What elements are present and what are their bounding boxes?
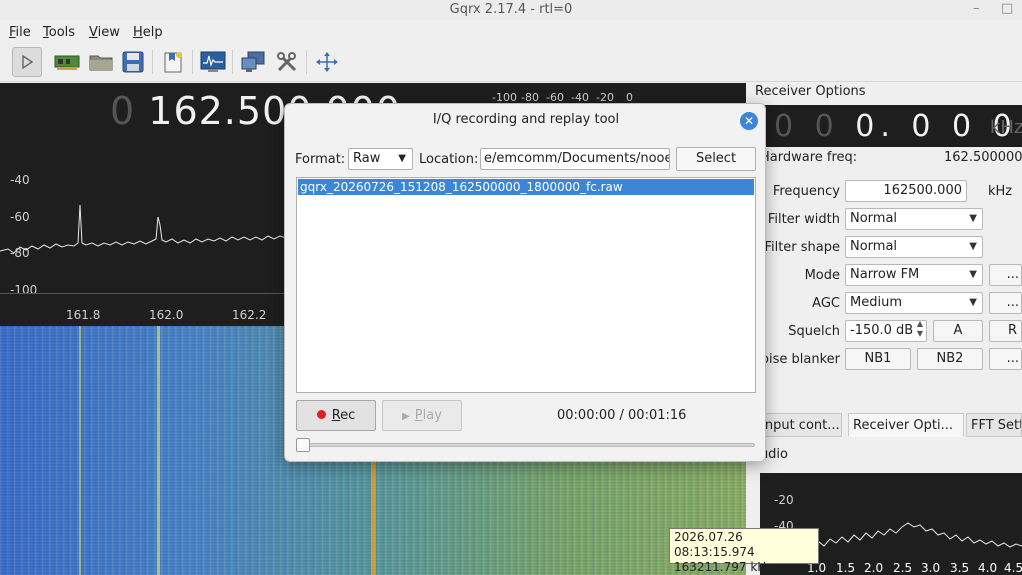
playback-slider-track[interactable] <box>298 443 755 447</box>
toolbar <box>0 44 1022 82</box>
audio-x-tick: 4.0 <box>978 561 998 575</box>
filter-width-combo[interactable]: Normal ▼ <box>845 208 983 230</box>
frequency-label: Frequency <box>772 184 840 199</box>
play-icon[interactable] <box>12 47 42 77</box>
audio-x-tick: 3.5 <box>950 561 970 575</box>
nb2-button[interactable]: NB2 <box>917 348 983 370</box>
squelch-spinbox[interactable]: -150.0 dB ▲ ▼ <box>845 319 927 342</box>
hardware-card-icon[interactable] <box>52 47 82 77</box>
network-icon[interactable] <box>238 47 268 77</box>
receiver-options-panel: Receiver Options 0 0 0. 0 0 0 kHz Hardwa… <box>746 83 1022 575</box>
frequency-unit: kHz <box>988 184 1013 199</box>
receiver-options-title: Receiver Options <box>755 84 866 99</box>
agc-label: AGC <box>812 296 840 311</box>
toolbar-separator <box>152 50 153 74</box>
chevron-down-icon: ▼ <box>969 269 977 280</box>
format-label: Format: <box>295 152 346 167</box>
noise-options-button[interactable]: ... <box>989 348 1022 370</box>
location-label: Location: <box>419 152 479 167</box>
tab-fft-settings[interactable]: FFT Setti <box>966 413 1022 437</box>
spectrum-icon[interactable] <box>198 47 228 77</box>
save-icon[interactable] <box>118 47 148 77</box>
menu-help[interactable]: Help <box>133 25 163 40</box>
window-title: Gqrx 2.17.4 - rtl=0 <box>449 2 573 17</box>
mode-options-button[interactable]: ... <box>989 264 1022 286</box>
toolbar-separator <box>232 50 233 74</box>
waterfall-tooltip: 2026.07.26 08:13:15.974 163211.797 kHz <box>669 528 819 574</box>
close-icon[interactable]: ✕ <box>740 112 758 130</box>
play-icon: ▶ <box>402 411 410 422</box>
squelch-auto-button[interactable]: A <box>933 320 983 342</box>
toolbar-separator <box>306 50 307 74</box>
folder-icon[interactable] <box>86 47 116 77</box>
tools-icon[interactable] <box>272 47 302 77</box>
playback-slider-handle[interactable] <box>296 438 310 452</box>
squelch-label: Squelch <box>788 324 840 339</box>
window-titlebar: Gqrx 2.17.4 - rtl=0 – □ <box>0 0 1022 20</box>
mode-combo[interactable]: Narrow FM ▼ <box>845 264 983 286</box>
menu-view[interactable]: View <box>89 25 120 40</box>
chevron-down-icon: ▼ <box>969 241 977 252</box>
recordings-list[interactable]: gqrx_20260726_151208_162500000_1800000_f… <box>296 177 756 393</box>
tab-receiver-options[interactable]: Receiver Opti... <box>848 413 964 437</box>
tab-input-controls[interactable]: Input cont... <box>756 413 842 437</box>
dialog-title: I/Q recording and replay tool <box>432 112 620 127</box>
rec-button[interactable]: Rec <box>296 400 376 431</box>
playback-time: 00:00:00 / 00:01:16 <box>557 408 687 423</box>
spin-arrows-icon: ▲ ▼ <box>916 319 923 338</box>
x-tick: 161.8 <box>66 308 101 322</box>
filter-shape-label: Filter shape <box>764 240 840 255</box>
nb1-button[interactable]: NB1 <box>845 348 911 370</box>
iq-tool-dialog: I/Q recording and replay tool ✕ Format: … <box>284 103 766 462</box>
audio-x-tick: 1.5 <box>836 561 856 575</box>
waterfall-signal-line <box>157 326 160 575</box>
waterfall-signal-line <box>79 326 81 575</box>
audio-x-tick: 3.0 <box>921 561 941 575</box>
x-tick: 162.0 <box>149 308 184 322</box>
location-input[interactable]: e/emcomm/Documents/nooelec <box>480 148 670 170</box>
spectrum-trace <box>0 204 290 254</box>
filter-shape-combo[interactable]: Normal ▼ <box>845 236 983 258</box>
menu-file[interactable]: File <box>9 25 31 40</box>
menu-tools[interactable]: Tools <box>43 25 75 40</box>
minimize-button[interactable]: – <box>973 0 980 18</box>
format-combo[interactable]: Raw ▼ <box>348 148 413 170</box>
audio-x-tick: 2.5 <box>893 561 913 575</box>
chevron-down-icon: ▼ <box>969 297 977 308</box>
hardware-freq-label: Hardware freq: <box>760 150 858 165</box>
audio-x-tick: 4.5 <box>1004 561 1022 575</box>
y-tick: -100 <box>10 283 38 297</box>
agc-combo[interactable]: Medium ▼ <box>845 292 983 314</box>
squelch-reset-button[interactable]: R <box>989 320 1022 342</box>
hardware-freq-value: 162.500000 M <box>944 150 1022 165</box>
toolbar-separator <box>192 50 193 74</box>
audio-y-tick: -20 <box>774 493 794 507</box>
mode-label: Mode <box>804 268 840 283</box>
offset-frequency-display[interactable]: 0 0 0. 0 0 0 kHz <box>746 105 1022 147</box>
agc-options-button[interactable]: ... <box>989 292 1022 314</box>
play-button[interactable]: ▶ Play <box>382 400 462 431</box>
tooltip-timestamp: 2026.07.26 08:13:15.974 <box>674 530 755 559</box>
menu-bar: File Tools View Help <box>0 22 1022 44</box>
record-icon <box>316 410 326 419</box>
audio-x-tick: 2.0 <box>864 561 884 575</box>
list-item[interactable]: gqrx_20260726_151208_162500000_1800000_f… <box>298 179 754 195</box>
frequency-input[interactable]: 162500.000 <box>845 180 967 202</box>
x-tick: 162.2 <box>232 308 267 322</box>
filter-width-label: Filter width <box>767 212 840 227</box>
chevron-down-icon: ▼ <box>969 213 977 224</box>
fullscreen-icon[interactable] <box>312 47 342 77</box>
bookmark-icon[interactable] <box>158 47 188 77</box>
chevron-down-icon: ▼ <box>398 153 406 164</box>
tooltip-frequency: 163211.797 kHz <box>674 560 773 574</box>
maximize-button[interactable]: □ <box>1001 0 1013 18</box>
select-location-button[interactable]: Select <box>676 147 756 171</box>
